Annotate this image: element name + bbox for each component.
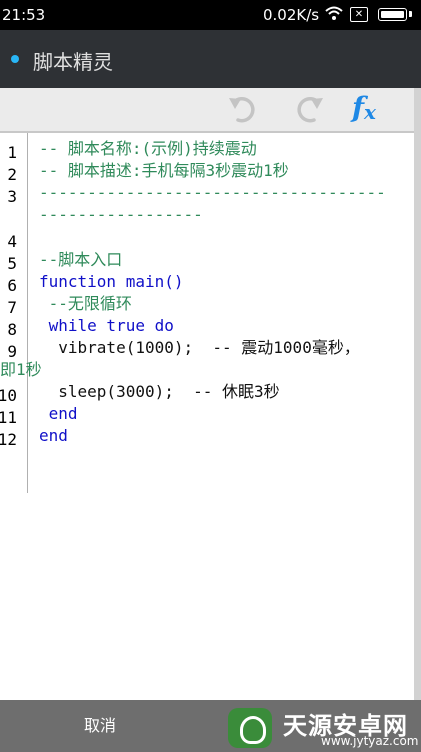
code-line: --脚本入口	[39, 250, 123, 269]
line-number: 8	[7, 320, 17, 339]
cancel-button[interactable]: 取消	[0, 700, 200, 750]
code-line: --无限循环	[39, 294, 132, 313]
line-number: 12	[0, 430, 17, 449]
watermark-url: www.jytyaz.com	[321, 734, 419, 748]
line-number: 11	[0, 408, 17, 427]
function-fx-button[interactable]: fx	[352, 91, 392, 124]
script-editor-dialog: fx 1 2 3 4 5 6 7 8 9 10 11 12 -- 脚本名称:(示…	[0, 88, 414, 700]
status-bar: 21:53 0.02K/s ✕	[0, 0, 421, 30]
code-line: 即1秒	[0, 360, 42, 379]
code-line: end	[39, 426, 68, 445]
line-number: 1	[7, 143, 17, 162]
app-title: 脚本精灵	[33, 50, 113, 74]
sim-icon: ✕	[350, 7, 368, 22]
bottom-action-bar: 取消 天源安卓网 www.jytyaz.com	[0, 700, 421, 750]
app-dot-icon	[11, 55, 19, 63]
fx-sub-label: x	[364, 100, 376, 124]
right-edge-panel	[414, 88, 421, 700]
battery-tip	[409, 11, 412, 17]
line-number: 7	[7, 298, 17, 317]
network-speed: 0.02K/s	[263, 6, 320, 24]
wifi-icon	[325, 5, 343, 25]
line-number: 10	[0, 386, 17, 405]
line-number: 5	[7, 254, 17, 273]
code-lines[interactable]: -- 脚本名称:(示例)持续震动 -- 脚本描述:手机每隔3秒震动1秒 ----…	[0, 133, 411, 445]
leaf-icon	[240, 716, 266, 744]
app-title-bar: 脚本精灵	[0, 30, 421, 88]
status-time: 21:53	[2, 6, 46, 24]
undo-icon[interactable]	[226, 93, 262, 125]
code-line: sleep(3000); -- 休眠3秒	[39, 382, 280, 401]
code-line: function main()	[39, 272, 184, 291]
line-number: 4	[7, 232, 17, 251]
line-number: 2	[7, 165, 17, 184]
code-line: -- 脚本描述:手机每隔3秒震动1秒	[39, 161, 289, 180]
code-line: end	[39, 404, 78, 423]
code-line: vibrate(1000); -- 震动1000毫秒，	[39, 338, 360, 357]
editor-toolbar: fx	[0, 88, 414, 133]
code-line: -- 脚本名称:(示例)持续震动	[39, 139, 257, 158]
watermark-logo-icon	[228, 708, 272, 748]
code-line: while true do	[39, 316, 174, 335]
line-number: 6	[7, 276, 17, 295]
line-number: 3	[7, 187, 17, 206]
code-line: -----------------	[39, 205, 203, 224]
code-line: ------------------------------------	[39, 183, 386, 202]
line-number-gutter: 1 2 3 4 5 6 7 8 9 10 11 12	[0, 133, 28, 493]
redo-icon[interactable]	[290, 93, 326, 125]
battery-icon	[378, 8, 407, 21]
fx-label: f	[352, 91, 365, 124]
code-editor[interactable]: 1 2 3 4 5 6 7 8 9 10 11 12 -- 脚本名称:(示例)持…	[0, 133, 414, 700]
